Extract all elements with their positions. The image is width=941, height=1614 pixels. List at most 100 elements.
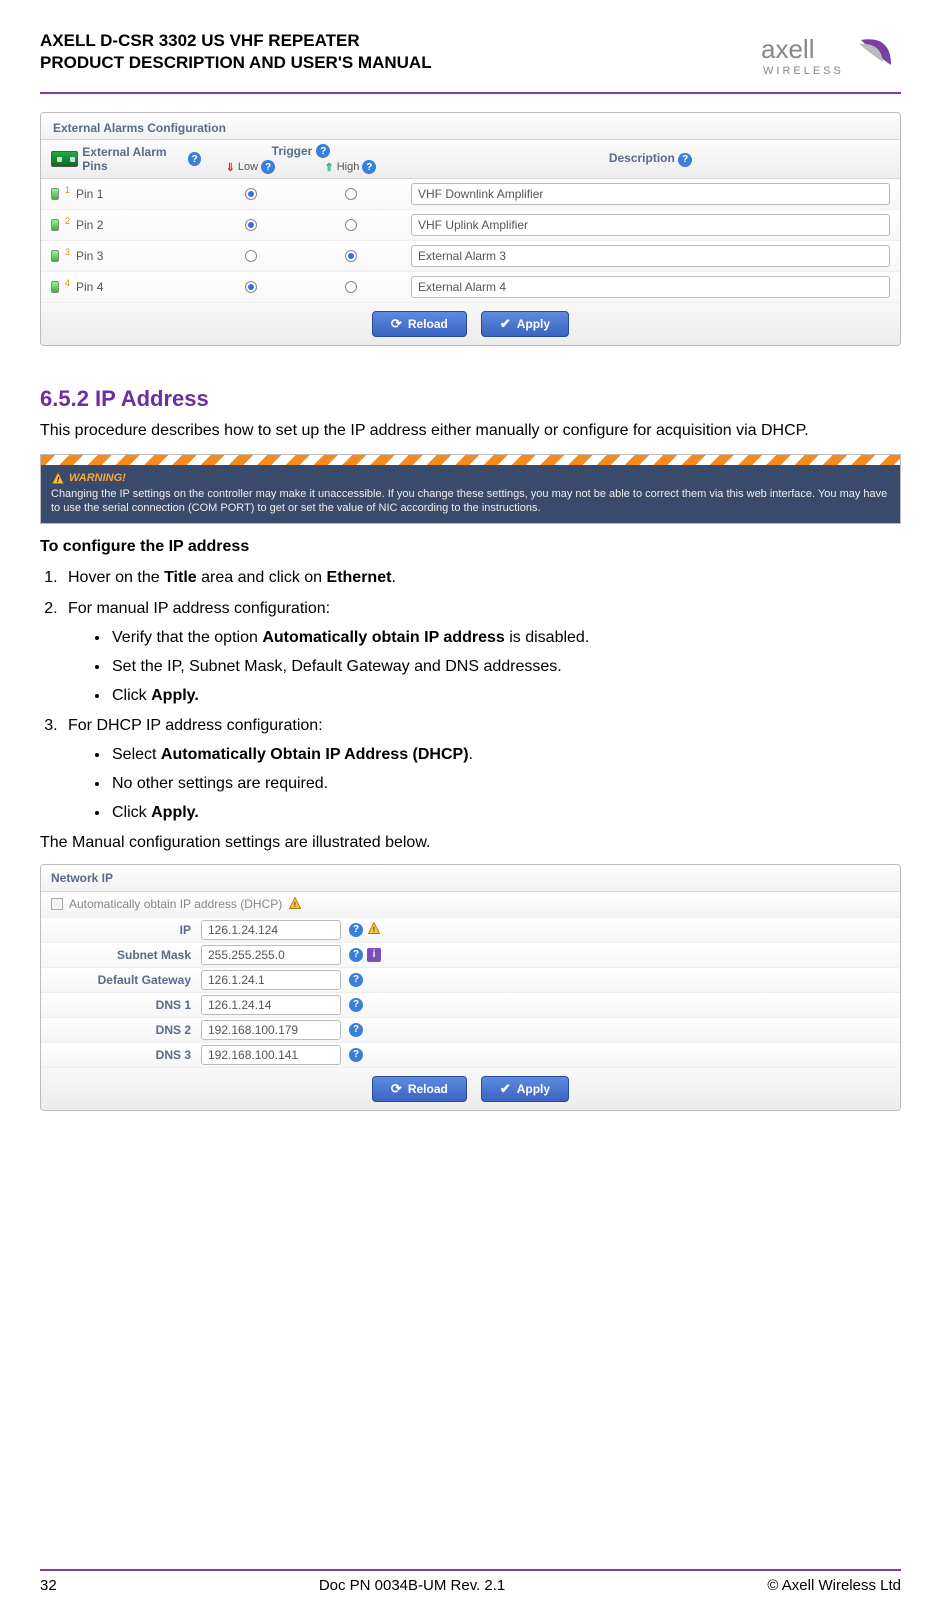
footer-copyright: © Axell Wireless Ltd (767, 1577, 901, 1594)
pin-sup: 1 (65, 185, 70, 195)
warning-triangle-icon: ! (51, 471, 65, 485)
dns3-value: 192.168.100.141 (208, 1048, 298, 1062)
description-input[interactable]: External Alarm 3 (411, 245, 890, 267)
help-icon[interactable]: ? (349, 1048, 363, 1062)
page-header: AXELL D-CSR 3302 US VHF REPEATER PRODUCT… (40, 30, 901, 84)
logo-text-wireless: WIRELESS (763, 65, 844, 77)
pin-led-icon (51, 219, 59, 231)
help-icon[interactable]: ? (362, 160, 376, 174)
help-icon[interactable]: ? (349, 973, 363, 987)
help-icon[interactable]: ? (316, 144, 330, 158)
reload-button[interactable]: ⟳Reload (372, 311, 467, 337)
info-icon[interactable]: i (367, 948, 381, 962)
page-number: 32 (40, 1577, 57, 1594)
trigger-low-label: Low (238, 161, 258, 173)
ip-input[interactable]: 126.1.24.124 (201, 920, 341, 940)
subnet-input[interactable]: 255.255.255.0 (201, 945, 341, 965)
network-row: Default Gateway 126.1.24.1 ? (41, 968, 900, 993)
step2-bullet2: Set the IP, Subnet Mask, Default Gateway… (110, 653, 901, 682)
apply-label: Apply (517, 317, 550, 331)
help-icon[interactable]: ? (349, 1023, 363, 1037)
pin-label: Pin 4 (76, 280, 103, 294)
warning-triangle-icon: ! (288, 896, 302, 913)
external-alarms-panel: External Alarms Configuration External A… (40, 112, 901, 346)
net-label-dns1: DNS 1 (41, 998, 201, 1012)
section-heading: 6.5.2 IP Address (40, 386, 901, 412)
apply-button[interactable]: ✔ Apply (481, 1076, 569, 1102)
help-icon[interactable]: ? (349, 998, 363, 1012)
header-title-line2: PRODUCT DESCRIPTION AND USER'S MANUAL (40, 52, 432, 74)
reload-icon: ⟳ (391, 1081, 402, 1097)
pin-led-icon (51, 281, 59, 293)
radio-low[interactable] (245, 219, 257, 231)
check-icon: ✔ (500, 1081, 511, 1097)
footer-doc: Doc PN 0034B-UM Rev. 2.1 (319, 1577, 505, 1594)
axell-logo: axell WIRELESS (761, 30, 901, 84)
footer-rule (40, 1569, 901, 1571)
apply-label: Apply (517, 1082, 550, 1096)
radio-high[interactable] (345, 188, 357, 200)
help-icon[interactable]: ? (261, 160, 275, 174)
step2-bullet1: Verify that the option Automatically obt… (110, 624, 901, 653)
description-value: External Alarm 4 (418, 280, 506, 294)
radio-high[interactable] (345, 250, 357, 262)
help-icon[interactable]: ? (349, 948, 363, 962)
pin-sup: 4 (65, 278, 70, 288)
alarm-row: 2Pin 2 VHF Uplink Amplifier (41, 210, 900, 241)
description-value: VHF Downlink Amplifier (418, 187, 543, 201)
help-icon[interactable]: ? (188, 152, 201, 166)
subnet-value: 255.255.255.0 (208, 948, 285, 962)
header-rule (40, 92, 901, 94)
description-input[interactable]: External Alarm 4 (411, 276, 890, 298)
step3-bullet1: Select Automatically Obtain IP Address (… (110, 741, 901, 770)
connector-icon (51, 151, 78, 167)
step3-bullet2: No other settings are required. (110, 770, 901, 799)
arrow-down-icon: ⇓ (226, 161, 235, 174)
pin-sup: 3 (65, 247, 70, 257)
dns1-input[interactable]: 126.1.24.14 (201, 995, 341, 1015)
dns2-value: 192.168.100.179 (208, 1023, 298, 1037)
svg-text:!: ! (57, 475, 60, 484)
radio-low[interactable] (245, 188, 257, 200)
network-row: DNS 3 192.168.100.141 ? (41, 1043, 900, 1068)
radio-high[interactable] (345, 281, 357, 293)
ip-value: 126.1.24.124 (208, 923, 278, 937)
warning-triangle-icon: ! (367, 921, 381, 938)
steps-list: Hover on the Title area and click on Eth… (62, 564, 901, 827)
alarm-row: 3Pin 3 External Alarm 3 (41, 241, 900, 272)
pin-sup: 2 (65, 216, 70, 226)
network-button-row: ⟳ Reload ✔ Apply (41, 1068, 900, 1110)
step2-bullet3: Click Apply. (110, 682, 901, 711)
dns2-input[interactable]: 192.168.100.179 (201, 1020, 341, 1040)
radio-high[interactable] (345, 219, 357, 231)
gateway-value: 126.1.24.1 (208, 973, 265, 987)
radio-low[interactable] (245, 250, 257, 262)
gateway-input[interactable]: 126.1.24.1 (201, 970, 341, 990)
pin-led-icon (51, 188, 59, 200)
reload-label: Reload (408, 317, 448, 331)
alarms-button-row: ⟳Reload ✔Apply (41, 303, 900, 345)
apply-button[interactable]: ✔Apply (481, 311, 569, 337)
warning-text: Changing the IP settings on the controll… (51, 487, 890, 516)
dhcp-checkbox-row: Automatically obtain IP address (DHCP) ! (41, 892, 900, 918)
warning-box: ! WARNING! Changing the IP settings on t… (40, 454, 901, 525)
help-icon[interactable]: ? (678, 153, 692, 167)
section-intro: This procedure describes how to set up t… (40, 420, 901, 442)
dns3-input[interactable]: 192.168.100.141 (201, 1045, 341, 1065)
closing-paragraph: The Manual configuration settings are il… (40, 834, 901, 852)
reload-button[interactable]: ⟳ Reload (372, 1076, 467, 1102)
description-input[interactable]: VHF Uplink Amplifier (411, 214, 890, 236)
net-label-ip: IP (41, 923, 201, 937)
description-input[interactable]: VHF Downlink Amplifier (411, 183, 890, 205)
help-icon[interactable]: ? (349, 923, 363, 937)
col-header-trigger: Trigger (272, 144, 313, 158)
reload-label: Reload (408, 1082, 448, 1096)
alarm-row: 4 Pin 4 External Alarm 4 (41, 272, 900, 303)
svg-text:!: ! (373, 925, 375, 934)
dhcp-checkbox[interactable] (51, 898, 63, 910)
network-ip-panel: Network IP Automatically obtain IP addre… (40, 864, 901, 1111)
step-1: Hover on the Title area and click on Eth… (62, 564, 901, 593)
radio-low[interactable] (245, 281, 257, 293)
alarms-header-row: External Alarm Pins ? Trigger ? ⇓Low? ⇑H… (41, 140, 900, 179)
network-row: IP 126.1.24.124 ?! (41, 918, 900, 943)
